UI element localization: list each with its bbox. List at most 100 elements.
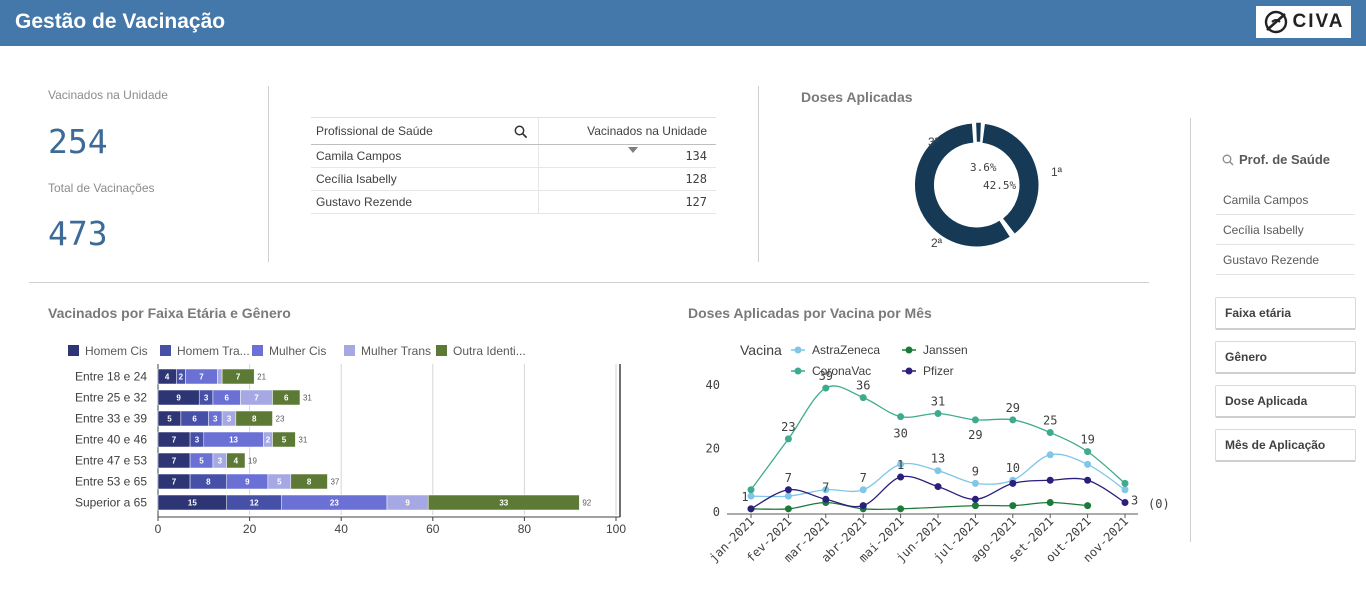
- data-point[interactable]: [971, 495, 979, 503]
- vaccine-month-line-chart[interactable]: Vacina AstraZenecaCoronaVacJanssenPfizer0…: [690, 338, 1180, 568]
- legend-marker[interactable]: [794, 346, 802, 354]
- bar-segment-label: 7: [172, 436, 177, 445]
- bar-segment-label: 2: [266, 436, 271, 445]
- legend-swatch[interactable]: [344, 345, 355, 356]
- data-point[interactable]: [859, 486, 867, 494]
- legend-label[interactable]: Pfizer: [923, 364, 954, 378]
- data-point[interactable]: [897, 505, 905, 513]
- data-label: 25: [1043, 414, 1057, 428]
- data-point[interactable]: [897, 473, 905, 481]
- table-row[interactable]: Camila Campos 134: [311, 145, 716, 168]
- data-point[interactable]: [1046, 498, 1054, 506]
- legend-label[interactable]: Homem Tra...: [177, 344, 250, 358]
- professional-table: Profissional de Saúde Vacinados na Unida…: [311, 117, 716, 214]
- data-label: 29: [968, 428, 982, 442]
- data-point[interactable]: [934, 467, 942, 475]
- data-point[interactable]: [971, 416, 979, 424]
- data-point[interactable]: [1046, 429, 1054, 437]
- series-line[interactable]: [750, 501, 1088, 511]
- legend-label[interactable]: Outra Identi...: [453, 344, 526, 358]
- bar-segment-label: 15: [188, 499, 197, 508]
- bar-total-label: 37: [330, 478, 339, 487]
- civa-logo-icon: [1264, 10, 1287, 34]
- data-point[interactable]: [859, 502, 867, 510]
- data-point[interactable]: [822, 384, 830, 392]
- legend-marker[interactable]: [905, 346, 913, 354]
- data-point[interactable]: [1121, 486, 1129, 494]
- data-point[interactable]: [934, 409, 942, 417]
- column-header-profissional[interactable]: Profissional de Saúde: [311, 118, 539, 144]
- data-point[interactable]: [971, 479, 979, 487]
- facet-mes-aplicacao[interactable]: Mês de Aplicação: [1215, 429, 1356, 462]
- null-value-label: (0): [1148, 497, 1170, 511]
- bar-segment-label: 7: [236, 373, 241, 382]
- table-row[interactable]: Gustavo Rezende 127: [311, 191, 716, 214]
- legend-label[interactable]: Janssen: [923, 343, 968, 357]
- cell-name: Cecília Isabelly: [311, 168, 539, 190]
- y-tick-label: 20: [706, 441, 720, 455]
- data-label: 7: [822, 480, 829, 494]
- bar-segment-label: 9: [245, 478, 250, 487]
- bar-segment-label: 3: [195, 436, 200, 445]
- data-label: 30: [893, 427, 907, 441]
- age-gender-bar-chart[interactable]: Homem Cis Homem Tra... Mulher Cis Mulher Tr…: [60, 338, 640, 538]
- data-point[interactable]: [1009, 479, 1017, 487]
- bar-segment-label: 6: [192, 415, 197, 424]
- legend-swatch[interactable]: [436, 345, 447, 356]
- legend-swatch[interactable]: [252, 345, 263, 356]
- data-label: 36: [856, 379, 870, 393]
- data-point[interactable]: [859, 394, 867, 402]
- filter-item[interactable]: Gustavo Rezende: [1216, 245, 1355, 275]
- data-label: 23: [781, 420, 795, 434]
- data-point[interactable]: [1121, 498, 1129, 506]
- facet-genero[interactable]: Gênero: [1215, 341, 1356, 374]
- data-point[interactable]: [1084, 502, 1092, 510]
- bar-segment-label: 6: [284, 394, 289, 403]
- donut-pct-a: 3.6%: [970, 161, 997, 174]
- doses-donut-chart[interactable]: 3ª 1ª 2ª 3.6% 42.5%: [900, 118, 1080, 258]
- legend-label[interactable]: Mulher Cis: [269, 344, 326, 358]
- x-tick-label: 0: [155, 522, 162, 536]
- x-tick-label: 20: [243, 522, 257, 536]
- bar-total-label: 19: [248, 457, 257, 466]
- legend-label[interactable]: AstraZeneca: [812, 343, 880, 357]
- table-row[interactable]: Cecília Isabelly 128: [311, 168, 716, 191]
- column-header-label: Profissional de Saúde: [316, 124, 433, 138]
- bar-segment-label: 7: [172, 478, 177, 487]
- data-point[interactable]: [784, 435, 792, 443]
- data-point[interactable]: [1009, 416, 1017, 424]
- data-point[interactable]: [1046, 476, 1054, 484]
- legend-marker[interactable]: [905, 367, 913, 375]
- filter-item[interactable]: Cecília Isabelly: [1216, 215, 1355, 245]
- data-point[interactable]: [1084, 460, 1092, 468]
- data-point[interactable]: [1009, 502, 1017, 510]
- filter-title[interactable]: Prof. de Saúde: [1222, 152, 1330, 167]
- filter-item[interactable]: Camila Campos: [1216, 185, 1355, 215]
- data-point[interactable]: [784, 492, 792, 500]
- data-point[interactable]: [1046, 451, 1054, 459]
- data-point[interactable]: [971, 502, 979, 510]
- column-header-vacinados[interactable]: Vacinados na Unidade: [539, 118, 716, 153]
- legend-label[interactable]: Homem Cis: [85, 344, 148, 358]
- legend-swatch[interactable]: [68, 345, 79, 356]
- data-point[interactable]: [1121, 479, 1129, 487]
- facet-dose-aplicada[interactable]: Dose Aplicada: [1215, 385, 1356, 418]
- data-point[interactable]: [1084, 448, 1092, 456]
- data-label: 10: [1006, 461, 1020, 475]
- data-point[interactable]: [784, 486, 792, 494]
- data-label: 13: [931, 452, 945, 466]
- data-point[interactable]: [784, 505, 792, 513]
- facet-faixa-etaria[interactable]: Faixa etária: [1215, 297, 1356, 330]
- data-point[interactable]: [822, 495, 830, 503]
- data-point[interactable]: [897, 413, 905, 421]
- legend-label[interactable]: Mulher Trans: [361, 344, 431, 358]
- legend-marker[interactable]: [794, 367, 802, 375]
- donut-title: Doses Aplicadas: [801, 89, 913, 105]
- data-point[interactable]: [747, 505, 755, 513]
- data-point[interactable]: [1084, 476, 1092, 484]
- search-icon[interactable]: [514, 125, 528, 139]
- donut-label-3: 3ª: [928, 135, 940, 149]
- data-point[interactable]: [934, 483, 942, 491]
- legend-swatch[interactable]: [160, 345, 171, 356]
- bar-segment[interactable]: [217, 368, 223, 385]
